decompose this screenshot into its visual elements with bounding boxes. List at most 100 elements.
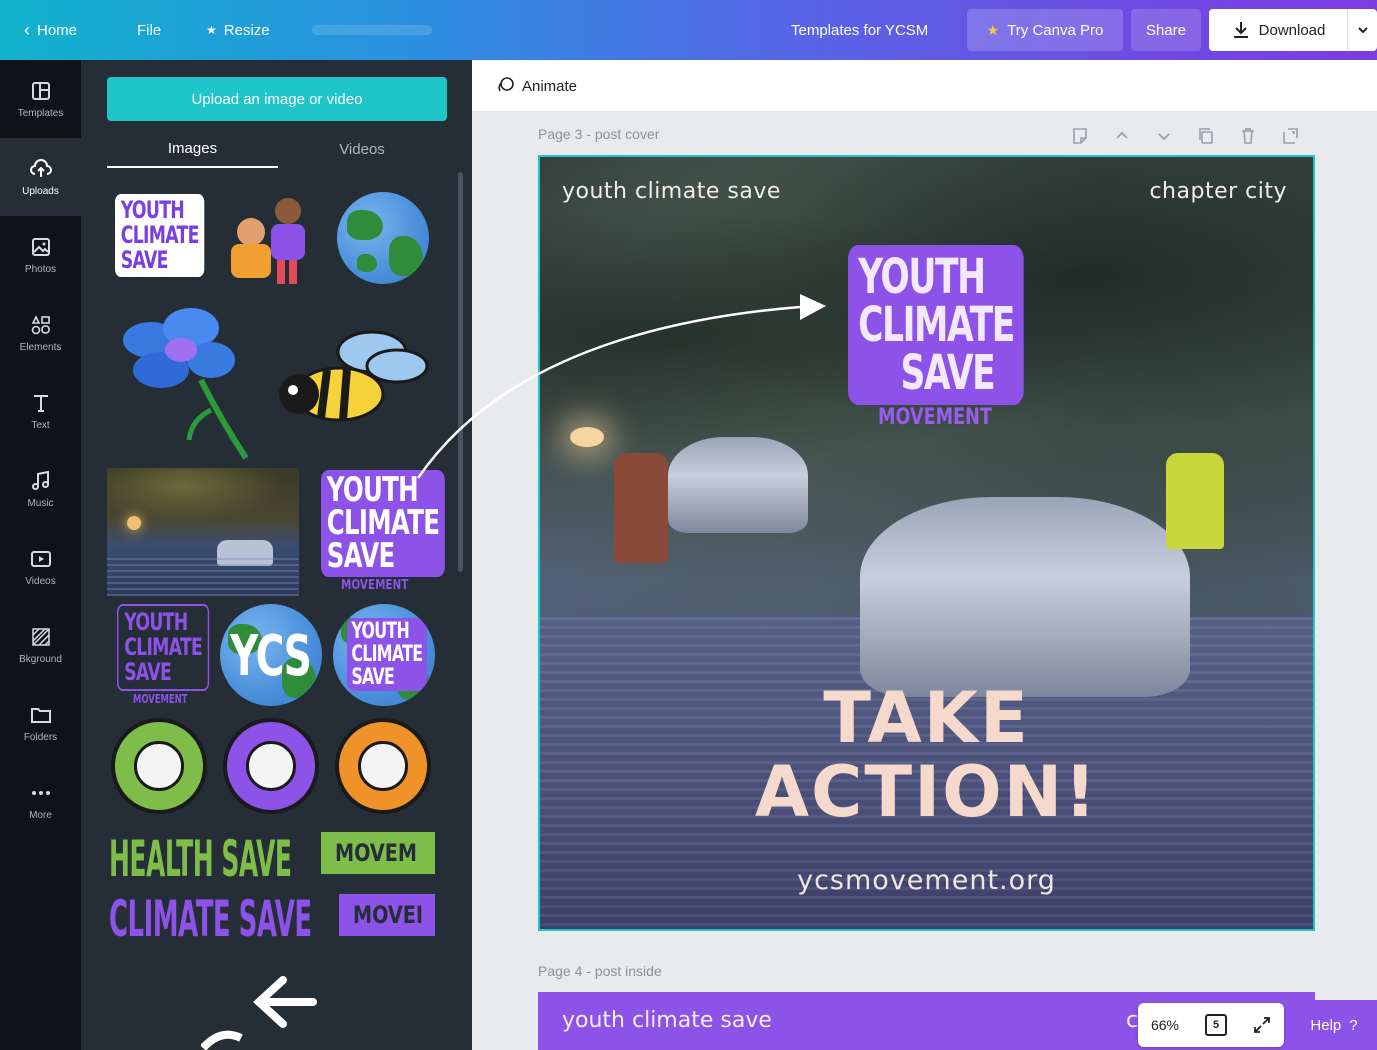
kid2-leg-shape	[289, 260, 297, 284]
download-button[interactable]: Download	[1209, 9, 1347, 51]
rail-item-templates[interactable]: Templates	[0, 60, 81, 138]
upload-thumb-ycs-globe[interactable]: YCS	[220, 604, 322, 706]
rail-item-more[interactable]: More	[0, 762, 81, 840]
canvas-headline-action[interactable]: ACTION!	[540, 751, 1313, 833]
bee-illustration	[279, 330, 429, 422]
rail-item-folders[interactable]: Folders	[0, 684, 81, 762]
share-button[interactable]: Share	[1131, 9, 1201, 51]
animate-button[interactable]: Animate	[496, 60, 577, 112]
background-icon	[31, 628, 50, 646]
rail-item-uploads[interactable]: Uploads	[0, 138, 81, 216]
canvas-chapter-city[interactable]: chapter city	[1149, 179, 1287, 204]
save-status	[312, 0, 432, 60]
add-note-icon[interactable]	[1070, 126, 1090, 146]
chevron-left-icon: ‹	[24, 19, 30, 40]
upload-thumb-climate-save-badge[interactable]	[223, 718, 319, 814]
rescuer-figure	[1166, 453, 1224, 549]
kid2-body-shape	[271, 224, 305, 260]
flower-illustration	[123, 308, 249, 460]
design-title[interactable]: Templates for YCSM	[791, 0, 928, 60]
upload-thumb-health-save-wordmark[interactable]: HEALTH SAVE	[109, 830, 292, 888]
upload-thumb-health-movement-bar[interactable]: MOVEM	[321, 832, 435, 874]
download-icon	[1233, 22, 1248, 38]
upload-thumb-climate-movement-bar[interactable]: MOVEI	[339, 894, 435, 936]
kid-body-shape	[231, 244, 271, 278]
canvas-ycs-logo[interactable]: YOUTH CLIMATE SAVE MOVEMENT	[848, 245, 1092, 430]
zoom-level[interactable]: 66%	[1151, 1017, 1179, 1033]
page-3-label: Page 3 - post cover	[538, 126, 660, 142]
upload-thumb-water-save-badge[interactable]	[111, 718, 207, 814]
chevron-down-icon[interactable]	[1154, 126, 1174, 146]
crown-icon: ★	[206, 23, 217, 37]
editor-toolbar: Animate	[472, 60, 1377, 112]
rail-item-photos[interactable]: Photos	[0, 216, 81, 294]
resize-button[interactable]: ★ Resize	[206, 0, 270, 60]
kid2-leg-shape	[277, 260, 285, 284]
rail-item-music[interactable]: Music	[0, 450, 81, 528]
globe-land-shape	[389, 236, 423, 276]
rail-item-background[interactable]: Bkground	[0, 606, 81, 684]
left-rail: Templates Uploads Photos Elements Text M…	[0, 60, 81, 1050]
upload-thumb-ycs-globe-sticker[interactable]: YOUTH CLIMATE SAVE	[333, 604, 435, 706]
crown-icon: ★	[986, 21, 1000, 38]
canvas-org-name[interactable]: youth climate save	[562, 179, 781, 204]
upload-thumb-flood-photo[interactable]	[107, 468, 299, 596]
upload-thumb-animal-save-badge[interactable]	[335, 718, 431, 814]
rail-item-elements[interactable]: Elements	[0, 294, 81, 372]
upload-thumb-kids-illustration[interactable]	[231, 188, 313, 288]
canvas-headline-take[interactable]: TAKE	[540, 677, 1313, 759]
animate-icon	[498, 77, 514, 92]
page-4-label: Page 4 - post inside	[538, 963, 662, 979]
fullscreen-icon[interactable]	[1253, 1016, 1271, 1034]
upload-cloud-icon	[29, 159, 52, 177]
canvas-website-url[interactable]: ycsmovement.org	[540, 865, 1313, 896]
upload-thumb-bee[interactable]	[277, 322, 437, 432]
badge-emblem	[134, 741, 184, 791]
music-icon	[31, 470, 49, 490]
chevron-up-icon[interactable]	[1112, 126, 1132, 146]
rail-item-text[interactable]: Text	[0, 372, 81, 450]
kid2-head-shape	[275, 198, 301, 224]
upload-thumb-climate-save-wordmark[interactable]: CLIMATE SAVE	[109, 890, 312, 948]
background-car	[668, 437, 808, 533]
file-menu[interactable]: File	[137, 0, 161, 60]
home-button[interactable]: ‹ Home	[24, 0, 77, 60]
try-canva-pro-button[interactable]: ★ Try Canva Pro	[967, 9, 1123, 51]
duplicate-page-icon[interactable]	[1196, 126, 1216, 146]
templates-icon	[31, 82, 50, 100]
elements-icon	[31, 315, 50, 335]
badge-emblem	[246, 741, 296, 791]
photos-icon	[31, 238, 50, 256]
add-page-icon[interactable]	[1280, 126, 1300, 146]
globe-land-shape	[357, 254, 377, 272]
uploads-panel: Upload an image or video Images Videos Y…	[81, 60, 472, 1050]
badge-emblem	[358, 741, 408, 791]
tab-videos[interactable]: Videos	[277, 130, 447, 168]
foreground-car	[860, 497, 1190, 697]
water-shape	[107, 558, 299, 596]
street-light-glow	[570, 427, 604, 447]
canvas2-org-name[interactable]: youth climate save	[562, 1008, 772, 1033]
page-grid-icon[interactable]: 5	[1205, 1014, 1227, 1036]
help-button[interactable]: Help ?	[1291, 1000, 1377, 1050]
trash-icon[interactable]	[1238, 126, 1258, 146]
tab-images[interactable]: Images	[107, 130, 278, 168]
arrow-left-icon	[200, 976, 317, 1050]
upload-thumb-globe[interactable]	[337, 192, 429, 284]
zoom-controls: 66% 5	[1138, 1003, 1284, 1047]
folder-icon	[30, 708, 51, 723]
rail-item-videos[interactable]: Videos	[0, 528, 81, 606]
chevron-down-icon	[1357, 27, 1368, 34]
canvas2-partial-text[interactable]: c	[1126, 1008, 1138, 1033]
text-icon	[33, 395, 48, 412]
download-options-button[interactable]	[1347, 9, 1377, 51]
more-dots-icon	[31, 791, 50, 795]
design-canvas-page-3[interactable]: youth climate save chapter city YOUTH CL…	[538, 155, 1315, 931]
kid-head-shape	[237, 218, 265, 246]
video-icon	[30, 551, 51, 567]
upload-media-button[interactable]: Upload an image or video	[107, 77, 447, 121]
upload-thumb-arrow-sticker[interactable]	[200, 972, 341, 1050]
upload-thumb-flower[interactable]	[121, 300, 251, 460]
upload-thumb-ycs-sticker-white[interactable]: YOUTH CLIMATE SAVE	[115, 194, 239, 277]
headlight-glow	[127, 516, 141, 530]
